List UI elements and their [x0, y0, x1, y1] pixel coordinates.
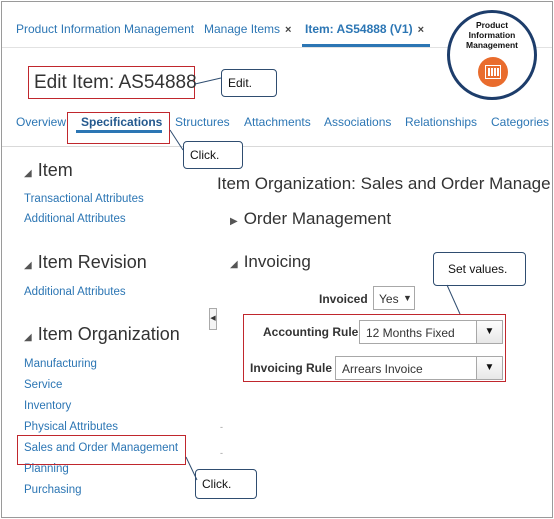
section-invoicing[interactable]: ◢ Invoicing: [230, 252, 311, 272]
tab-overview[interactable]: Overview: [16, 115, 66, 129]
tab-product-information-management[interactable]: Product Information Management: [16, 22, 194, 36]
invoiced-select[interactable]: Yes ▼: [373, 286, 415, 310]
section-item-organization[interactable]: ◢ Item Organization: [24, 324, 180, 345]
tab-attachments[interactable]: Attachments: [244, 115, 311, 129]
tab-manage-items[interactable]: Manage Items ×: [204, 22, 291, 36]
tab-categories[interactable]: Categories: [491, 115, 549, 129]
sales-link-highlight: [17, 435, 186, 465]
section-label: Item Organization: [37, 324, 180, 344]
triangle-down-icon: ◢: [24, 168, 32, 179]
invoicing-rule-value: Arrears Invoice: [342, 362, 423, 376]
triangle-down-icon: ◢: [230, 259, 238, 270]
link-purchasing[interactable]: Purchasing: [24, 484, 82, 496]
logo-line: Information: [468, 30, 516, 40]
section-label: Order Management: [243, 209, 392, 228]
callout-click-link: Click.: [195, 469, 257, 499]
screenshot-frame: Product Information Management Manage It…: [1, 1, 553, 518]
callout-click-tab: Click.: [183, 141, 243, 169]
tab-label: Manage Items: [204, 22, 281, 36]
right-panel-title: Item Organization: Sales and Order Manag…: [217, 174, 551, 193]
chevron-down-icon[interactable]: ▼: [476, 321, 502, 343]
link-physical-attributes[interactable]: Physical Attributes: [24, 421, 118, 433]
barcode-icon: [485, 65, 501, 79]
section-label: Item Revision: [37, 252, 147, 272]
accounting-rule-label: Accounting Rule: [263, 325, 359, 339]
collapse-arrow-icon[interactable]: ◀: [209, 308, 217, 330]
triangle-down-icon: ◢: [24, 332, 32, 343]
product-information-management-logo: Product Information Management: [447, 10, 537, 100]
section-item-revision[interactable]: ◢ Item Revision: [24, 252, 147, 273]
page-title: Edit Item: AS54888: [34, 72, 197, 93]
invoicing-rule-select[interactable]: Arrears Invoice ▼: [335, 356, 503, 380]
section-label: Invoicing: [243, 252, 311, 271]
accounting-rule-value: 12 Months Fixed: [366, 326, 455, 340]
section-label: Item: [37, 160, 73, 180]
accounting-rule-select[interactable]: 12 Months Fixed ▼: [359, 320, 503, 344]
close-icon[interactable]: ×: [285, 24, 291, 36]
invoicing-rule-label: Invoicing Rule: [250, 361, 333, 375]
tab-structures[interactable]: Structures: [175, 115, 230, 129]
invoiced-label: Invoiced: [319, 292, 368, 306]
callout-edit: Edit.: [221, 69, 277, 97]
chevron-down-icon[interactable]: ▼: [476, 357, 502, 379]
link-manufacturing[interactable]: Manufacturing: [24, 358, 97, 370]
invoiced-value: Yes: [379, 292, 399, 306]
close-icon[interactable]: ×: [418, 24, 424, 36]
logo-line: Product: [475, 20, 509, 30]
link-inventory[interactable]: Inventory: [24, 400, 71, 412]
section-item[interactable]: ◢ Item: [24, 160, 73, 181]
divider-mark: -: [220, 422, 223, 432]
tab-label: Product Information Management: [16, 22, 195, 36]
link-revision-additional-attributes[interactable]: Additional Attributes: [24, 286, 126, 298]
logo-line: Management: [466, 40, 518, 50]
link-service[interactable]: Service: [24, 379, 62, 391]
specifications-highlight: [67, 112, 170, 144]
divider-mark: -: [220, 448, 223, 458]
link-additional-attributes[interactable]: Additional Attributes: [24, 213, 126, 225]
link-transactional-attributes[interactable]: Transactional Attributes: [24, 193, 144, 205]
tab-item-as54888[interactable]: Item: AS54888 (V1) ×: [305, 22, 424, 36]
tab-label: Item: AS54888 (V1): [305, 22, 413, 36]
logo-text: Product Information Management: [450, 20, 534, 50]
tab-relationships[interactable]: Relationships: [405, 115, 477, 129]
section-order-management[interactable]: ▶ Order Management: [230, 209, 391, 229]
tab-associations[interactable]: Associations: [324, 115, 391, 129]
callout-set-values: Set values.: [433, 252, 526, 286]
triangle-down-icon: ◢: [24, 260, 32, 271]
triangle-right-icon: ▶: [230, 216, 238, 227]
logo-badge: [478, 57, 508, 87]
active-tab-indicator: [302, 44, 430, 47]
chevron-down-icon: ▼: [403, 293, 412, 303]
